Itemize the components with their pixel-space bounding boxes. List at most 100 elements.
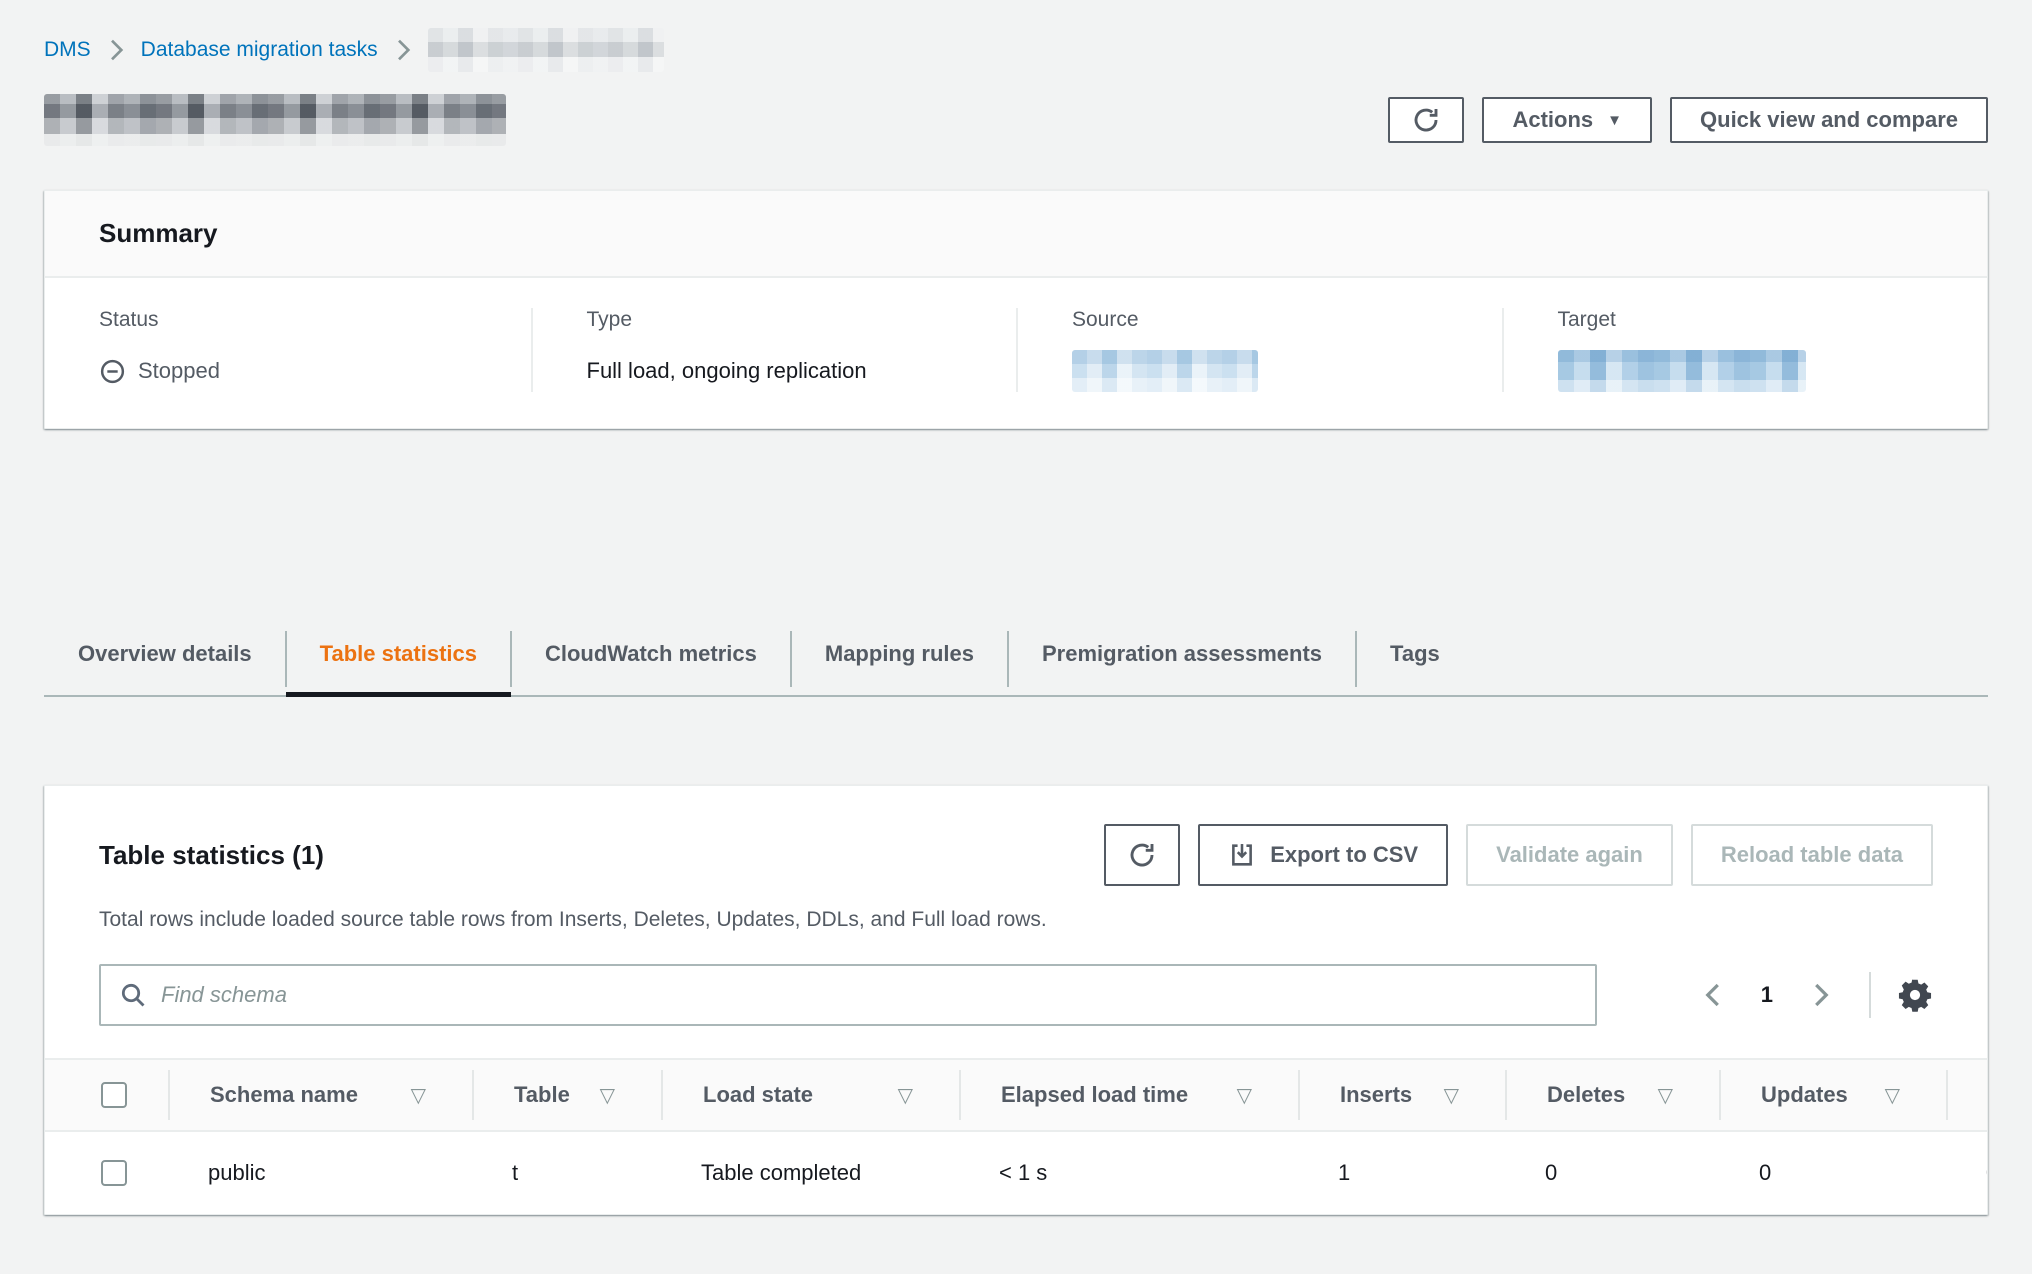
sort-icon: ▽ — [411, 1083, 426, 1107]
reload-label: Reload table data — [1721, 842, 1903, 868]
summary-panel-header: Summary — [45, 191, 1987, 278]
actions-button[interactable]: Actions ▼ — [1482, 97, 1652, 143]
table-settings-button[interactable] — [1897, 977, 1933, 1013]
sort-icon: ▽ — [1444, 1083, 1459, 1107]
table-refresh-button[interactable] — [1104, 824, 1180, 886]
table-panel-header: Table statistics (1) Export to CSV Valid… — [45, 824, 1987, 886]
status-value: Stopped — [99, 350, 491, 392]
type-label: Type — [587, 308, 977, 332]
row-checkbox[interactable] — [101, 1160, 127, 1186]
gear-icon — [1897, 977, 1933, 1013]
column-header-schema-name[interactable]: Schema name ▽ — [168, 1070, 472, 1120]
summary-panel: Summary Status Stopped Type Full load, o… — [44, 190, 1988, 429]
page-header: Actions ▼ Quick view and compare — [44, 94, 1988, 146]
quick-view-and-compare-button[interactable]: Quick view and compare — [1670, 97, 1988, 143]
export-to-csv-button[interactable]: Export to CSV — [1198, 824, 1448, 886]
task-tabs: Overview details Table statistics CloudW… — [44, 621, 1988, 697]
current-page-number: 1 — [1761, 982, 1773, 1008]
tab-premigration-assessments[interactable]: Premigration assessments — [1008, 621, 1356, 695]
refresh-button[interactable] — [1388, 97, 1464, 143]
column-label: Deletes — [1547, 1082, 1625, 1108]
summary-target-field: Target — [1502, 308, 1988, 392]
table-statistics-panel: Table statistics (1) Export to CSV Valid… — [44, 785, 1988, 1215]
sort-icon: ▽ — [1237, 1083, 1252, 1107]
next-page-button[interactable] — [1801, 976, 1839, 1014]
table-statistics-title: Table statistics (1) — [99, 840, 324, 871]
sort-icon: ▽ — [1885, 1083, 1900, 1107]
column-header-elapsed-load-time[interactable]: Elapsed load time ▽ — [959, 1070, 1298, 1120]
tab-cloudwatch-metrics[interactable]: CloudWatch metrics — [511, 621, 791, 695]
column-header-load-state[interactable]: Load state ▽ — [661, 1070, 959, 1120]
select-all-cell — [45, 1082, 168, 1108]
column-label: Updates — [1761, 1082, 1848, 1108]
reload-table-data-button[interactable]: Reload table data — [1691, 824, 1933, 886]
type-value: Full load, ongoing replication — [587, 350, 977, 392]
table-count-badge: (1) — [292, 840, 324, 870]
pagination-divider — [1869, 972, 1871, 1018]
chevron-left-icon — [1699, 980, 1729, 1010]
column-header-table[interactable]: Table ▽ — [472, 1070, 661, 1120]
target-endpoint-redacted[interactable] — [1558, 350, 1806, 392]
table-filter-row: 1 — [45, 964, 1987, 1026]
column-header-updates[interactable]: Updates ▽ — [1719, 1070, 1946, 1120]
column-header-inserts[interactable]: Inserts ▽ — [1298, 1070, 1505, 1120]
tab-tags[interactable]: Tags — [1356, 621, 1474, 695]
column-label: Elapsed load time — [1001, 1082, 1188, 1108]
summary-status-field: Status Stopped — [45, 308, 531, 392]
breadcrumb: DMS Database migration tasks — [44, 28, 1988, 72]
validate-again-button[interactable]: Validate again — [1466, 824, 1673, 886]
task-name-redacted — [44, 94, 506, 146]
column-header-ddls-clipped[interactable]: D — [1946, 1070, 1988, 1120]
header-actions: Actions ▼ Quick view and compare — [1388, 97, 1988, 143]
column-label: Schema name — [210, 1082, 358, 1108]
tab-mapping-rules[interactable]: Mapping rules — [791, 621, 1008, 695]
column-label: Table — [514, 1082, 570, 1108]
cell-load-state: Table completed — [661, 1160, 959, 1186]
column-header-deletes[interactable]: Deletes ▽ — [1505, 1070, 1719, 1120]
source-label: Source — [1072, 308, 1462, 332]
stopped-icon — [99, 358, 126, 385]
breadcrumb-tasks-link[interactable]: Database migration tasks — [141, 38, 378, 62]
column-label: Inserts — [1340, 1082, 1412, 1108]
table-row: public t Table completed < 1 s 1 0 0 0 — [45, 1132, 1987, 1214]
summary-title: Summary — [99, 218, 1933, 249]
summary-source-field: Source — [1016, 308, 1502, 392]
table-description: Total rows include loaded source table r… — [45, 908, 1987, 932]
sort-icon: ▽ — [898, 1083, 913, 1107]
cell-updates: 0 — [1719, 1160, 1946, 1186]
actions-button-label: Actions — [1512, 107, 1593, 133]
tab-overview-details[interactable]: Overview details — [44, 621, 286, 695]
cell-elapsed-load-time: < 1 s — [959, 1160, 1298, 1186]
table-header-row: Schema name ▽ Table ▽ Load state ▽ Elaps… — [45, 1058, 1987, 1132]
cell-deletes: 0 — [1505, 1160, 1719, 1186]
summary-type-field: Type Full load, ongoing replication — [531, 308, 1017, 392]
table-title-text: Table statistics — [99, 840, 285, 870]
cell-table: t — [472, 1160, 661, 1186]
chevron-right-icon — [107, 38, 125, 62]
dms-task-page: DMS Database migration tasks Actions ▼ Q… — [0, 28, 2032, 1215]
previous-page-button[interactable] — [1695, 976, 1733, 1014]
breadcrumb-dms-link[interactable]: DMS — [44, 38, 91, 62]
summary-body: Status Stopped Type Full load, ongoing r… — [45, 278, 1987, 428]
find-schema-input[interactable] — [161, 982, 1577, 1008]
chevron-right-icon — [394, 38, 412, 62]
row-select-cell — [45, 1160, 168, 1186]
search-icon — [119, 981, 147, 1009]
status-label: Status — [99, 308, 491, 332]
validate-label: Validate again — [1496, 842, 1643, 868]
breadcrumb-task-name-redacted — [428, 28, 664, 72]
tab-table-statistics[interactable]: Table statistics — [286, 621, 511, 695]
column-label: Load state — [703, 1082, 813, 1108]
chevron-right-icon — [1805, 980, 1835, 1010]
select-all-checkbox[interactable] — [101, 1082, 127, 1108]
schema-search-box — [99, 964, 1597, 1026]
export-label: Export to CSV — [1270, 842, 1418, 868]
refresh-icon — [1411, 105, 1441, 135]
pagination: 1 — [1695, 972, 1933, 1018]
source-endpoint-redacted[interactable] — [1072, 350, 1258, 392]
sort-icon: ▽ — [1658, 1083, 1673, 1107]
sort-icon: ▽ — [600, 1083, 615, 1107]
quick-view-label: Quick view and compare — [1700, 107, 1958, 133]
refresh-icon — [1127, 840, 1157, 870]
status-text: Stopped — [138, 358, 220, 384]
